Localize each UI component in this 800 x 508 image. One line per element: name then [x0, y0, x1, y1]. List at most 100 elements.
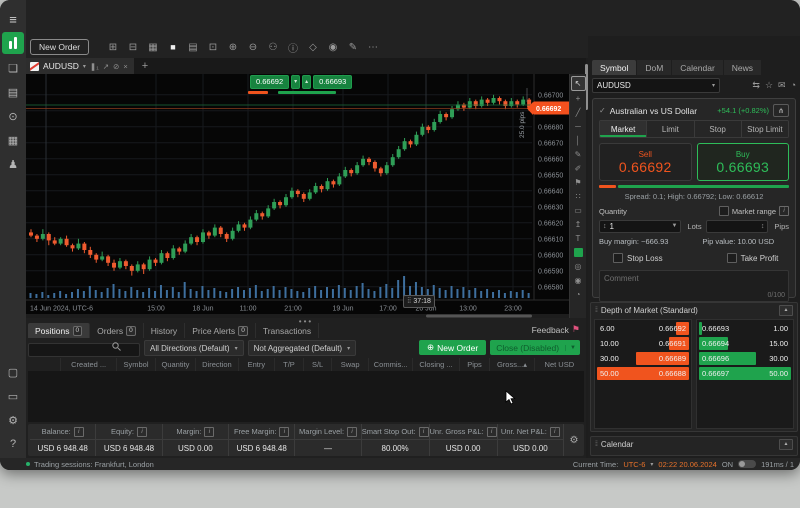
- dom-bid-row[interactable]: 6.000.66692: [597, 322, 689, 335]
- alert-tool-icon[interactable]: ◔: [572, 288, 585, 301]
- pin-tool-icon[interactable]: ⚑: [572, 176, 585, 189]
- accounts-icon[interactable]: ▤: [0, 80, 26, 104]
- dom-ask-row[interactable]: 0.666931.00: [699, 322, 791, 335]
- close-tab-icon[interactable]: ×: [123, 62, 127, 71]
- time-toggle[interactable]: [738, 460, 756, 468]
- notes-icon[interactable]: ✎: [344, 38, 362, 56]
- stepper-icon[interactable]: ↕: [761, 223, 765, 230]
- dom-header[interactable]: ⁞⁞ Depth of Market (Standard) ▲: [591, 303, 797, 317]
- layouts-icon[interactable]: ⊟: [124, 38, 142, 56]
- zoom-in-icon[interactable]: ⊕: [224, 38, 242, 56]
- edit-layout-icon[interactable]: ⊡: [204, 38, 222, 56]
- trade-icon[interactable]: [2, 32, 24, 54]
- stepper-icon[interactable]: ↕: [603, 223, 607, 230]
- tab-symbol[interactable]: Symbol: [592, 60, 636, 75]
- info-icon[interactable]: i: [74, 427, 84, 437]
- tab-history[interactable]: History: [144, 323, 185, 338]
- settings-icon[interactable]: ⚙: [0, 408, 26, 432]
- order-tab-limit[interactable]: Limit: [647, 121, 694, 137]
- column-header[interactable]: Swap: [331, 358, 368, 371]
- pointer-tool-icon[interactable]: ↖: [571, 76, 586, 91]
- vline-tool-icon[interactable]: │: [572, 134, 585, 147]
- info-icon[interactable]: i: [419, 427, 429, 437]
- calendar-header[interactable]: ⁞⁞ Calendar ▲: [591, 437, 797, 451]
- direction-filter-select[interactable]: All Directions (Default) ▾: [144, 340, 244, 356]
- new-order-button[interactable]: New Order: [30, 39, 89, 55]
- snapshot-tool-icon[interactable]: ◉: [572, 274, 585, 287]
- quick-buy-icon[interactable]: ▴: [302, 75, 311, 89]
- buy-button[interactable]: Buy 0.66693: [697, 143, 790, 181]
- tab-news[interactable]: News: [724, 60, 761, 75]
- message-icon[interactable]: ✉: [778, 80, 786, 91]
- arrow-tool-icon[interactable]: ↥: [572, 218, 585, 231]
- sentiment-icon[interactable]: ⋔: [773, 104, 789, 117]
- column-header[interactable]: T/P: [274, 358, 303, 371]
- column-header[interactable]: Closing ...: [412, 358, 458, 371]
- market-range-checkbox[interactable]: [719, 206, 729, 216]
- eye-icon[interactable]: ◉: [324, 38, 342, 56]
- collapse-icon[interactable]: ▲: [779, 305, 793, 316]
- community-icon[interactable]: ♟: [0, 152, 26, 176]
- info-icon[interactable]: i: [204, 427, 214, 437]
- column-header[interactable]: Symbol: [116, 358, 154, 371]
- settings-gear-icon[interactable]: ⚙: [564, 424, 584, 456]
- column-header[interactable]: Pips: [459, 358, 490, 371]
- timeframe-selector-icon[interactable]: ❚₁: [90, 62, 99, 71]
- new-order-button-bottom[interactable]: ⊕ New Order: [419, 340, 486, 355]
- sell-button[interactable]: Sell 0.66692: [599, 143, 692, 181]
- chevron-down-icon[interactable]: ▼: [671, 223, 677, 229]
- info-icon[interactable]: i: [487, 427, 497, 437]
- menu-icon[interactable]: ≡: [0, 8, 26, 30]
- zoom-out-icon[interactable]: ⊖: [244, 38, 262, 56]
- info-icon[interactable]: i: [550, 427, 560, 437]
- chevron-down-icon[interactable]: ▾: [83, 63, 86, 70]
- timezone-select[interactable]: UTC-6: [623, 460, 645, 469]
- tab-orders[interactable]: Orders0: [90, 323, 144, 338]
- info-icon[interactable]: i: [779, 206, 789, 216]
- accounts-icon[interactable]: ⚇: [264, 38, 282, 56]
- aggregation-filter-select[interactable]: Not Aggregated (Default) ▾: [248, 340, 357, 356]
- tv-icon[interactable]: ▢: [0, 360, 26, 384]
- help-icon[interactable]: ?: [0, 432, 26, 456]
- quantity-stepper[interactable]: ↕ 1 ▼: [599, 220, 681, 233]
- comment-input[interactable]: [599, 270, 789, 302]
- tab-price-alerts[interactable]: Price Alerts0: [185, 323, 256, 338]
- marker-tool-icon[interactable]: ✐: [572, 162, 585, 175]
- column-header[interactable]: Quantity: [155, 358, 195, 371]
- plugins-icon[interactable]: ▦: [0, 128, 26, 152]
- dom-ask-row[interactable]: 0.6669750.00: [699, 367, 791, 380]
- quick-buy-button[interactable]: 0.66693: [313, 75, 352, 89]
- ellipse-tool-icon[interactable]: ◎: [572, 260, 585, 273]
- add-tab-button[interactable]: +: [142, 60, 148, 72]
- column-header[interactable]: Commis...: [368, 358, 412, 371]
- column-header[interactable]: Direction: [195, 358, 237, 371]
- tab-transactions[interactable]: Transactions: [256, 323, 319, 338]
- order-tab-market[interactable]: Market: [600, 121, 647, 137]
- workspace-icon[interactable]: ⊞: [104, 38, 122, 56]
- column-header[interactable]: Created ...: [60, 358, 116, 371]
- quick-sell-button[interactable]: 0.66692: [250, 75, 289, 89]
- dom-bid-row[interactable]: 30.000.66689: [597, 352, 689, 365]
- chart-tab-audusd[interactable]: AUDUSD ▾ ❚₁ ↗ ⊘ ×: [26, 58, 134, 74]
- payments-icon[interactable]: ▭: [0, 384, 26, 408]
- order-tab-stop-limit[interactable]: Stop Limit: [742, 121, 788, 137]
- positions-table-body[interactable]: [28, 371, 584, 422]
- feedback-button[interactable]: Feedback ⚑: [532, 324, 580, 335]
- info-icon[interactable]: ⓘ: [284, 38, 302, 56]
- trendline-tool-icon[interactable]: ╱: [572, 106, 585, 119]
- compare-icon[interactable]: ⇆: [752, 80, 760, 91]
- copy-icon[interactable]: ❏: [0, 56, 26, 80]
- grid-icon[interactable]: ▦: [144, 38, 162, 56]
- info-icon[interactable]: i: [279, 427, 289, 437]
- dom-ask-row[interactable]: 0.6669415.00: [699, 337, 791, 350]
- fibonacci-tool-icon[interactable]: ∷: [572, 190, 585, 203]
- take-profit-checkbox[interactable]: [727, 253, 737, 263]
- analyze-icon[interactable]: ⊙: [0, 104, 26, 128]
- color-swatch-icon[interactable]: [572, 246, 585, 259]
- take-profit-toggle[interactable]: Take Profit: [727, 253, 779, 263]
- tab-dom[interactable]: DoM: [637, 60, 671, 75]
- favorite-icon[interactable]: ☆: [765, 80, 773, 91]
- column-header[interactable]: Gross... ▴: [489, 358, 533, 371]
- more-icon[interactable]: ⋯: [364, 38, 382, 56]
- search-input[interactable]: [28, 343, 140, 357]
